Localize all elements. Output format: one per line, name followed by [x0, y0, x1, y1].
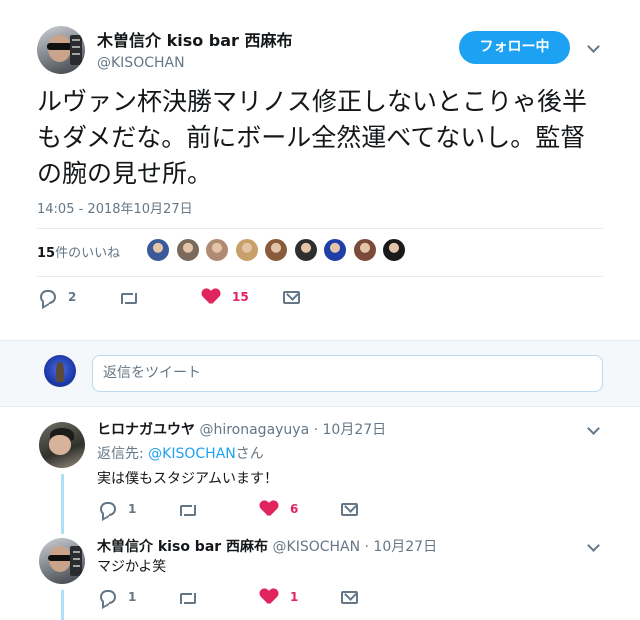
reply-author-name[interactable]: 木曽信介 kiso bar 西麻布: [97, 539, 268, 555]
liker-avatar[interactable]: [205, 238, 229, 262]
retweet-button[interactable]: [119, 286, 139, 308]
author-avatar[interactable]: [37, 26, 85, 74]
direct-message-icon: [341, 590, 358, 604]
thread-line: [61, 590, 64, 620]
chevron-down-icon[interactable]: [587, 539, 600, 552]
heart-icon: [260, 501, 278, 517]
like-count: 15: [232, 290, 249, 304]
retweet-button[interactable]: [178, 498, 198, 520]
likes-label: 件のいいね: [55, 246, 121, 261]
retweet-button[interactable]: [178, 586, 198, 608]
tweet-actions: 2 15: [0, 286, 640, 312]
reply-tweet[interactable]: 木曽信介 kiso bar 西麻布 @KISOCHAN · 10月27日 マジか…: [0, 528, 640, 620]
tweet-text: ルヴァン杯決勝マリノス修正しないとこりゃ後半もダメだな。前にボール全然運べてない…: [37, 87, 588, 188]
like-button[interactable]: 1: [260, 586, 298, 608]
reply-composer: 返信をツイート: [0, 340, 640, 407]
chevron-down-icon[interactable]: [587, 422, 600, 435]
liker-avatars[interactable]: [146, 238, 416, 266]
reply-to-prefix: 返信先:: [97, 446, 149, 462]
tweet-timestamp[interactable]: 14:05 - 2018年10月27日: [37, 198, 193, 217]
thread-line: [61, 474, 64, 528]
thread-line: [61, 528, 64, 534]
reply-text: 実は僕もスタジアムいます！: [97, 471, 279, 487]
liker-avatar[interactable]: [352, 238, 377, 262]
reply-to-line: 返信先: @KISOCHANさん: [97, 443, 264, 463]
liker-avatar[interactable]: [323, 238, 347, 262]
likes-summary[interactable]: 15件のいいね: [37, 242, 120, 261]
like-count: 6: [290, 502, 299, 516]
reply-to-suffix: さん: [235, 446, 264, 462]
chevron-down-icon[interactable]: [587, 40, 600, 53]
author-name[interactable]: 木曽信介 kiso bar 西麻布: [97, 27, 293, 51]
direct-message-icon: [283, 290, 300, 304]
reply-text: マジかよ笑: [97, 559, 167, 575]
reply-meta[interactable]: @hironagayuya · 10月27日: [199, 422, 386, 438]
reply-header: 木曽信介 kiso bar 西麻布 @KISOCHAN · 10月27日: [97, 536, 437, 556]
likes-count: 15: [37, 246, 56, 261]
direct-message-button[interactable]: [283, 286, 300, 308]
reply-count: 1: [128, 502, 137, 516]
author-handle[interactable]: @KISOCHAN: [97, 55, 293, 71]
reply-meta[interactable]: @KISOCHAN · 10月27日: [273, 539, 438, 555]
reply-header: ヒロナガユウヤ @hironagayuya · 10月27日: [97, 419, 386, 439]
liker-avatar[interactable]: [146, 238, 170, 262]
liker-avatar[interactable]: [264, 238, 288, 262]
heart-icon: [260, 589, 278, 605]
reply-count: 1: [128, 590, 137, 604]
reply-button[interactable]: 2: [40, 286, 76, 308]
liker-avatar[interactable]: [234, 238, 259, 262]
tweet-detail-page: 木曽信介 kiso bar 西麻布 @KISOCHAN フォロー中 ルヴァン杯決…: [0, 0, 640, 620]
author-info: 木曽信介 kiso bar 西麻布 @KISOCHAN: [97, 27, 293, 71]
liker-avatar[interactable]: [293, 238, 318, 262]
reply-icon: [100, 590, 116, 604]
reply-to-mention[interactable]: @KISOCHAN: [148, 446, 236, 462]
like-button[interactable]: 15: [202, 286, 249, 308]
liker-avatar[interactable]: [175, 238, 200, 262]
like-button[interactable]: 6: [260, 498, 298, 520]
liker-avatar[interactable]: [382, 238, 406, 262]
direct-message-button[interactable]: [341, 498, 358, 520]
reply-author-avatar[interactable]: [39, 422, 85, 468]
heart-icon: [202, 289, 220, 305]
retweet-icon: [178, 502, 198, 516]
retweet-icon: [119, 290, 139, 304]
current-user-avatar[interactable]: [44, 355, 76, 387]
reply-count: 2: [68, 290, 77, 304]
like-count: 1: [290, 590, 299, 604]
reply-button[interactable]: 1: [100, 498, 136, 520]
reply-icon: [40, 290, 56, 304]
reply-author-avatar[interactable]: [39, 538, 85, 584]
reply-author-name[interactable]: ヒロナガユウヤ: [97, 422, 195, 438]
direct-message-icon: [341, 502, 358, 516]
divider: [37, 228, 603, 229]
reply-input[interactable]: 返信をツイート: [92, 355, 603, 392]
reply-icon: [100, 502, 116, 516]
reply-button[interactable]: 1: [100, 586, 136, 608]
direct-message-button[interactable]: [341, 586, 358, 608]
retweet-icon: [178, 590, 198, 604]
divider: [37, 276, 603, 277]
following-button[interactable]: フォロー中: [459, 31, 570, 64]
main-tweet: 木曽信介 kiso bar 西麻布 @KISOCHAN フォロー中 ルヴァン杯決…: [0, 0, 640, 340]
reply-tweet[interactable]: ヒロナガユウヤ @hironagayuya · 10月27日 返信先: @KIS…: [0, 408, 640, 528]
